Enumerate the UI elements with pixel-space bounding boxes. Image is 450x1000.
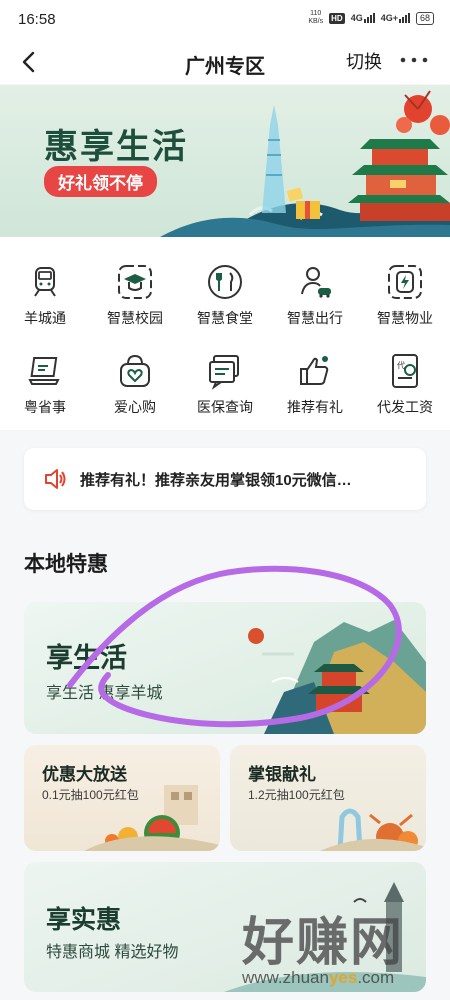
watermark-text: 好赚网 [242,914,405,972]
service-item-charity-shop[interactable]: 爱心购 [90,352,180,417]
switch-button[interactable]: 切换 [346,48,382,74]
service-item-smart-property[interactable]: 智慧物业 [360,263,450,328]
graduation-cap-icon [118,265,152,299]
service-label: 代发工资 [377,399,433,415]
speaker-icon [45,469,66,489]
person-car-icon [301,267,331,298]
banner-title: 惠享生活 [44,128,188,166]
svg-text:代: 代 [397,360,405,370]
referral-notice[interactable]: 推荐有礼！推荐亲友用掌银领10元微信… [24,448,426,510]
card-title: 享生活 [46,643,127,673]
card-subtitle: 1.2元抽100元红包 [248,788,345,802]
status-icons: 110 KB/s HD 4G 4G+ 68 [308,10,434,26]
card-title: 享实惠 [46,906,122,934]
card-title: 优惠大放送 [42,765,127,784]
nav-bar: 广州专区 切换 [0,40,450,84]
message-list-icon [209,355,239,390]
service-label: 羊城通 [24,310,66,326]
card-enjoy-life[interactable]: 享生活 享生活 惠享羊城 [24,602,426,734]
watermark-url-prefix: www.zhuan [242,968,329,987]
service-item-payroll[interactable]: 代 代发工资 [360,352,450,417]
network-speed-unit: KB/s [308,18,324,25]
section-title: 本地特惠 [24,553,108,576]
service-item-referral[interactable]: 推荐有礼 [270,352,360,417]
hd-icon: HD [329,12,345,24]
service-item-medical-insurance[interactable]: 医保查询 [180,352,270,417]
watermark-url-suffix: .com [357,968,395,987]
promo-banner[interactable]: 惠享生活 好礼领不停 [0,85,450,237]
notice-text: 推荐有礼！推荐亲友用掌银领10元微信… [80,472,352,489]
card-subtitle: 0.1元抽100元红包 [42,788,139,802]
page-title: 广州专区 [185,56,265,78]
status-time: 16:58 [18,11,56,28]
more-dots-icon[interactable] [398,48,430,72]
watermark-url: www.zhuanyes.com [242,968,394,988]
sim2-label: 4G+ [380,13,398,23]
heart-bag-icon [120,354,150,387]
thumbs-up-icon [300,356,329,385]
card-title: 掌银献礼 [248,765,316,784]
service-label: 粤省事 [24,399,66,415]
card-subtitle: 享生活 惠享羊城 [46,685,163,702]
service-label: 医保查询 [197,399,253,415]
service-item-yangchengtong[interactable]: 羊城通 [0,263,90,328]
lightning-home-icon [388,265,422,299]
network-speed: 110 KB/s [308,10,323,26]
laptop-icon [28,357,60,385]
sim1-label: 4G [350,13,363,23]
payroll-icon: 代 [392,354,418,388]
battery-icon: 68 [415,11,434,25]
service-label: 智慧校园 [107,310,163,326]
service-item-smart-campus[interactable]: 智慧校园 [90,263,180,328]
service-item-yueshengshi[interactable]: 粤省事 [0,352,90,417]
card-subtitle: 特惠商城 精选好物 [46,944,179,961]
watermark-url-highlight: yes [328,968,358,987]
status-bar: 16:58 110 KB/s HD 4G 4G+ 68 [0,0,450,40]
banner-tag: 好礼领不停 [44,166,157,197]
train-icon [34,267,56,297]
service-label: 爱心购 [114,399,156,415]
service-label: 智慧物业 [377,310,433,326]
card-discount[interactable]: 优惠大放送 0.1元抽100元红包 [24,745,220,851]
fork-knife-icon [208,265,242,299]
signal-icon-sim2: 4G+ [381,13,410,23]
signal-icon-sim1: 4G [351,13,375,23]
network-speed-value: 110 [310,10,322,17]
card-app-gift[interactable]: 掌银献礼 1.2元抽100元红包 [230,745,426,851]
watermark: 好赚网 www.zhuanyes.com [230,900,440,996]
service-item-smart-canteen[interactable]: 智慧食堂 [180,263,270,328]
service-label: 智慧食堂 [197,310,253,326]
service-label: 推荐有礼 [287,399,343,415]
service-item-smart-travel[interactable]: 智慧出行 [270,263,360,328]
service-label: 智慧出行 [287,310,343,326]
service-grid: 羊城通 智慧校园 智慧食堂 智慧出行 智慧物业 粤省事 爱心购 医保查询 推荐有… [0,237,450,430]
